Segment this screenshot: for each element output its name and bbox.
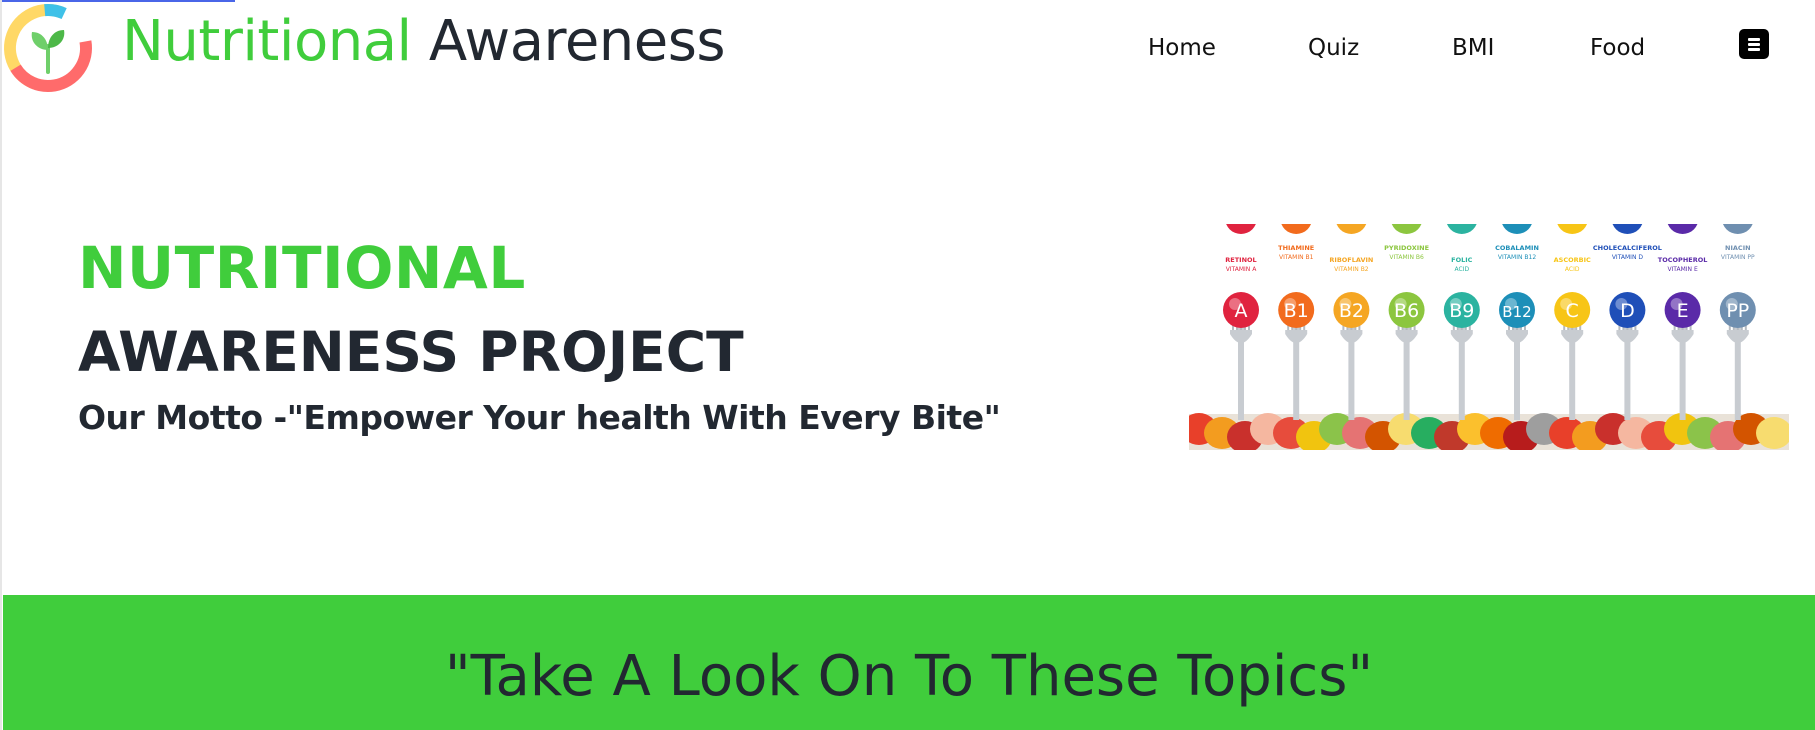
vitamin-letter: B12: [1502, 303, 1531, 321]
vitamin-name-label: TOCOPHEROL: [1658, 256, 1708, 264]
vitamin-top-ball: [1391, 224, 1422, 234]
fork-neck: [1561, 330, 1584, 343]
vitamin-top-ball: [1446, 224, 1477, 234]
vitamin-sub-label: VITAMIN D: [1612, 254, 1644, 261]
fork-neck: [1450, 330, 1473, 343]
nav-link-home[interactable]: Home: [1148, 35, 1216, 61]
vitamin-letter: A: [1235, 300, 1248, 322]
fork-neck: [1340, 330, 1363, 343]
vitamin-letter: B2: [1339, 300, 1364, 322]
brand-title[interactable]: Nutritional Awareness: [122, 6, 726, 78]
vitamin-name-label: RETINOL: [1225, 256, 1256, 264]
topics-banner-heading: "Take A Look On To These Topics": [444, 644, 1374, 709]
vitamin-sub-label: VITAMIN B1: [1279, 254, 1314, 261]
vitamin-letter: B9: [1449, 300, 1474, 322]
vitamins-forks-image: RETINOL VITAMIN A A THIAMINE VITAMIN B1 B1 RIB…: [1189, 224, 1789, 450]
vitamin-sub-label: VITAMIN PP: [1721, 254, 1755, 261]
nav-link-food[interactable]: Food: [1590, 35, 1645, 61]
vitamin-name-label: FOLIC: [1451, 256, 1473, 264]
topics-banner: "Take A Look On To These Topics": [3, 595, 1815, 730]
vitamin-sub-label: VITAMIN B2: [1334, 266, 1369, 273]
vitamin-name-label: COBALAMIN: [1495, 244, 1539, 252]
vitamin-sub-label: VITAMIN B6: [1389, 254, 1424, 261]
page-left-border: [0, 0, 2, 730]
vitamin-letter: B1: [1284, 300, 1309, 322]
vitamin-top-ball: [1722, 224, 1753, 234]
vitamin-name-label: NIACIN: [1725, 244, 1751, 252]
vitamin-letter: C: [1566, 300, 1579, 322]
vitamin-top-ball: [1557, 224, 1588, 234]
vitamin-sub-label: VITAMIN A: [1226, 266, 1258, 273]
fork-neck: [1671, 330, 1694, 343]
fork-neck: [1285, 330, 1308, 343]
vitamin-sub-label: ACID: [1455, 266, 1470, 273]
vitamin-letter: PP: [1726, 300, 1749, 322]
vitamin-top-ball: [1226, 224, 1256, 234]
hero-motto: Our Motto -"Empower Your health With Eve…: [78, 398, 1001, 437]
brand-name-green: Nutritional: [122, 9, 412, 74]
vitamin-letter: D: [1620, 300, 1635, 322]
vitamin-name-label: ASCORBIC: [1554, 256, 1591, 264]
nav-link-bmi[interactable]: BMI: [1452, 35, 1494, 61]
fork-neck: [1230, 330, 1252, 343]
vitamin-top-ball: [1502, 224, 1532, 234]
vitamin-letter: E: [1677, 300, 1689, 322]
vitamin-name-label: THIAMINE: [1278, 244, 1314, 252]
fork-neck: [1395, 330, 1418, 343]
vitamin-sub-label: VITAMIN E: [1667, 266, 1698, 273]
fork-neck: [1506, 330, 1528, 343]
fork-neck: [1616, 330, 1639, 343]
hamburger-menu-icon[interactable]: [1739, 29, 1769, 59]
nav-link-quiz[interactable]: Quiz: [1308, 35, 1359, 61]
site-header: Nutritional Awareness Home Quiz BMI Food: [0, 0, 1815, 96]
vitamin-letter: B6: [1394, 300, 1419, 322]
hero-title-line1: NUTRITIONAL: [78, 234, 526, 302]
vitamin-name-label: PYRIDOXINE: [1384, 244, 1429, 252]
logo-icon[interactable]: [2, 2, 94, 94]
brand-name-dark: Awareness: [428, 9, 726, 74]
vitamin-top-ball: [1281, 224, 1312, 234]
hero-title-line2: AWARENESS PROJECT: [78, 320, 744, 384]
vitamin-sub-label: VITAMIN B12: [1498, 254, 1536, 261]
fork-neck: [1726, 330, 1749, 343]
vitamin-sub-label: ACID: [1565, 266, 1580, 273]
vitamin-top-ball: [1612, 224, 1643, 234]
vitamin-top-ball: [1667, 224, 1698, 234]
vitamin-name-label: CHOLECALCIFEROL: [1593, 244, 1662, 252]
vitamin-name-label: RIBOFLAVIN: [1329, 256, 1373, 264]
vitamin-top-ball: [1336, 224, 1367, 234]
